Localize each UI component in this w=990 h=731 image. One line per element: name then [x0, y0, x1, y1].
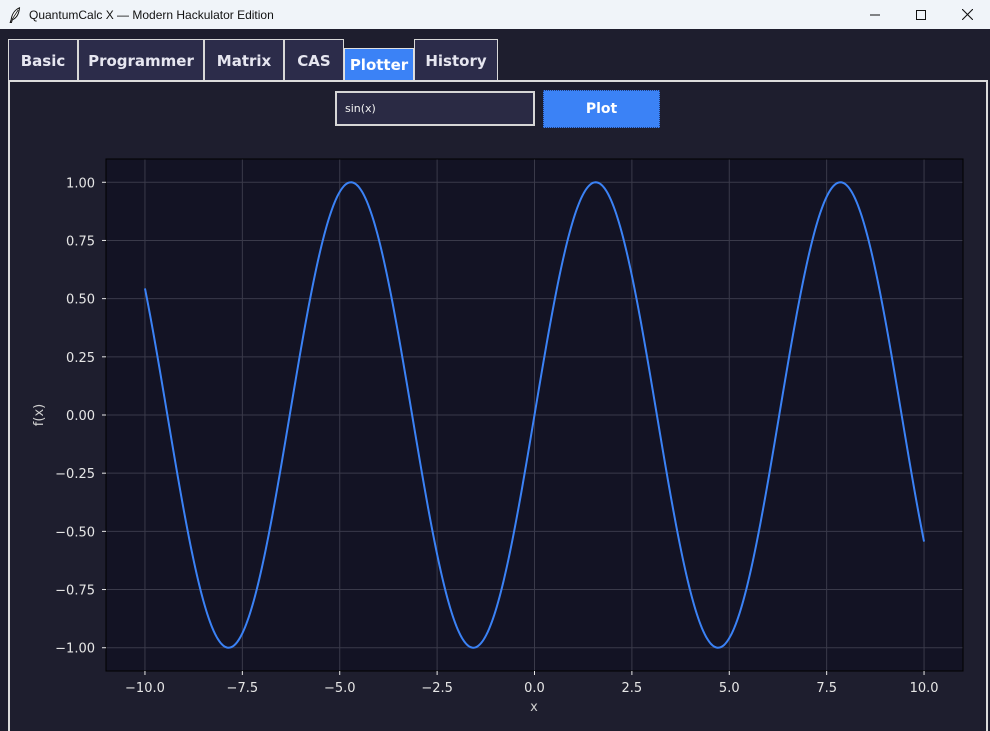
- y-tick-label: 0.50: [66, 293, 95, 308]
- x-axis-label: x: [530, 700, 538, 715]
- y-tick-label: 0.75: [66, 234, 95, 249]
- function-plot: −10.0 −7.5 −5.0 −2.5 0.0 2.5 5.0 7.5 10.0 1.00 0.7…: [32, 158, 964, 715]
- y-tick-label: 1.00: [66, 176, 95, 191]
- x-tick-label: 0.0: [524, 681, 545, 696]
- x-tick-label: 5.0: [719, 681, 740, 696]
- y-tick-label: −0.75: [55, 584, 95, 599]
- y-tick-label: 0.25: [66, 351, 95, 366]
- x-tick-label: 10.0: [910, 681, 939, 696]
- x-tick-label: −2.5: [421, 681, 453, 696]
- x-tick-label: −10.0: [125, 681, 165, 696]
- x-tick-label: 2.5: [622, 681, 643, 696]
- y-tick-label: −0.25: [55, 467, 95, 482]
- x-tick-label: −7.5: [227, 681, 259, 696]
- y-tick-label: −0.50: [55, 525, 95, 540]
- y-tick-label: 0.00: [66, 409, 95, 424]
- y-tick-label: −1.00: [55, 642, 95, 657]
- x-tick-label: 7.5: [816, 681, 837, 696]
- y-axis-label: f(x): [32, 404, 47, 426]
- x-tick-label: −5.0: [324, 681, 356, 696]
